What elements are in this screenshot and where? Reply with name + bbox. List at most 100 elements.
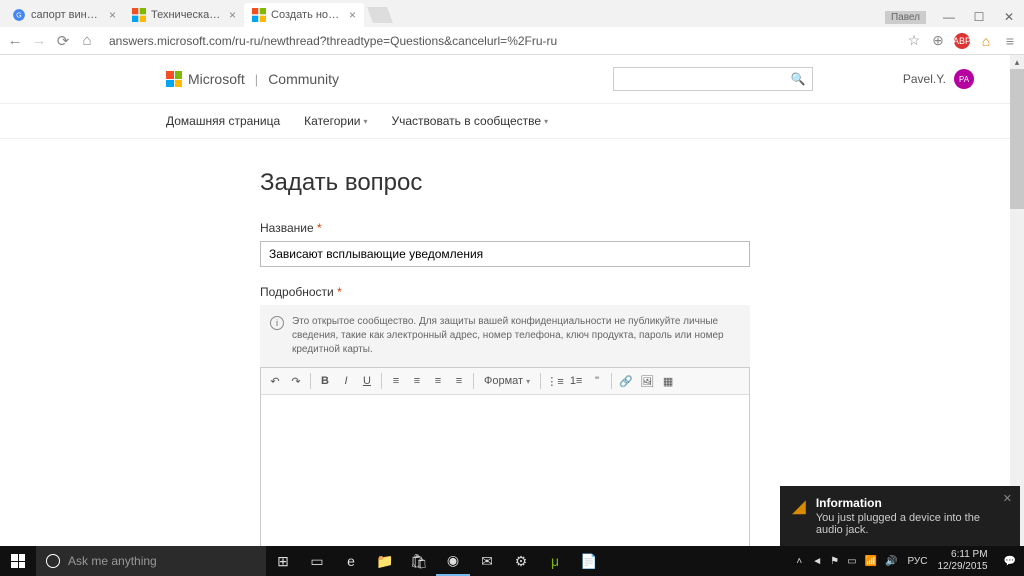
- user-menu[interactable]: Pavel.Y. PA: [903, 69, 974, 89]
- browser-tab[interactable]: G сапорт виндовс 10 ×: [4, 3, 124, 27]
- action-center-icon[interactable]: 💬: [1004, 556, 1016, 567]
- close-icon[interactable]: ✕: [1003, 492, 1012, 505]
- close-icon[interactable]: ×: [229, 8, 236, 22]
- cortana-placeholder: Ask me anything: [68, 554, 157, 568]
- taskbar-app-icon[interactable]: ▭: [300, 546, 334, 576]
- tab-title: Создать новый воп: [271, 9, 344, 21]
- align-justify-button[interactable]: ≡: [449, 371, 469, 391]
- info-text: Это открытое сообщество. Для защиты ваше…: [292, 315, 740, 357]
- tray-chevron-icon[interactable]: ˄: [796, 556, 802, 567]
- new-tab-button[interactable]: [367, 7, 393, 23]
- scroll-up-icon[interactable]: ▴: [1010, 55, 1024, 69]
- tab-title: сапорт виндовс 10: [31, 9, 104, 21]
- search-box[interactable]: 🔍: [613, 67, 813, 91]
- format-dropdown[interactable]: Формат ▾: [478, 371, 536, 391]
- volume-icon[interactable]: 🔊: [885, 556, 897, 567]
- forward-button[interactable]: →: [30, 32, 48, 49]
- cortana-search[interactable]: Ask me anything: [36, 546, 266, 576]
- chrome-icon[interactable]: ◉: [436, 546, 470, 576]
- brand-text: Microsoft: [188, 71, 245, 87]
- image-button[interactable]: 🖼: [637, 371, 657, 391]
- divider: |: [255, 72, 258, 87]
- minimize-button[interactable]: —: [934, 7, 964, 27]
- align-right-button[interactable]: ≡: [428, 371, 448, 391]
- utorrent-icon[interactable]: μ: [538, 546, 572, 576]
- nav-participate[interactable]: Участвовать в сообществе▾: [392, 114, 549, 128]
- chevron-down-icon: ▾: [544, 117, 548, 126]
- microsoft-logo[interactable]: Microsoft: [166, 71, 245, 87]
- browser-tab[interactable]: Техническая подд ×: [124, 3, 244, 27]
- google-favicon-icon: G: [12, 8, 26, 22]
- bullet-list-button[interactable]: ⋮≡: [545, 371, 565, 391]
- number-list-button[interactable]: 1≡: [566, 371, 586, 391]
- close-window-button[interactable]: ✕: [994, 7, 1024, 27]
- battery-icon[interactable]: ▭: [847, 556, 856, 567]
- cortana-icon: [46, 554, 60, 568]
- search-icon[interactable]: 🔍: [791, 72, 806, 86]
- bold-button[interactable]: B: [315, 371, 335, 391]
- rich-text-editor: ↶ ↷ B I U ≡ ≡ ≡ ≡ Формат ▾ ⋮≡ 1≡ " 🔗 🖼: [260, 367, 750, 546]
- page-viewport: Microsoft | Community 🔍 Pavel.Y. PA Дома…: [0, 55, 1024, 546]
- search-input[interactable]: [620, 72, 791, 86]
- align-left-button[interactable]: ≡: [386, 371, 406, 391]
- page-title: Задать вопрос: [260, 169, 760, 197]
- language-indicator[interactable]: РУС: [907, 556, 927, 567]
- taskbar-app-icon[interactable]: 📄: [572, 546, 606, 576]
- system-tray: ˄ ◄ ⚑ ▭ 📶 🔊 РУС 6:11 PM 12/29/2015 💬: [796, 549, 1024, 573]
- star-icon[interactable]: ☆: [906, 33, 922, 49]
- audio-jack-toast[interactable]: ◢ Information You just plugged a device …: [780, 486, 1020, 546]
- reload-button[interactable]: ⟳: [54, 32, 72, 50]
- ms-favicon-icon: [252, 8, 266, 22]
- main-nav: Домашняя страница Категории▾ Участвовать…: [0, 103, 1024, 139]
- scrollbar[interactable]: ▴ ▾: [1010, 55, 1024, 546]
- nav-categories[interactable]: Категории▾: [304, 114, 367, 128]
- tray-icon[interactable]: ⚑: [830, 556, 839, 567]
- section-title[interactable]: Community: [268, 71, 339, 87]
- close-icon[interactable]: ×: [109, 8, 116, 22]
- clock[interactable]: 6:11 PM 12/29/2015: [937, 549, 987, 573]
- extension-home-icon[interactable]: ⌂: [978, 33, 994, 49]
- table-button[interactable]: ▦: [658, 371, 678, 391]
- underline-button[interactable]: U: [357, 371, 377, 391]
- url-field[interactable]: answers.microsoft.com/ru-ru/newthread?th…: [102, 30, 900, 52]
- store-icon[interactable]: 🛍: [402, 546, 436, 576]
- home-button[interactable]: ⌂: [78, 32, 96, 49]
- menu-icon[interactable]: ≡: [1002, 33, 1018, 49]
- redo-button[interactable]: ↷: [286, 371, 306, 391]
- toast-title: Information: [816, 496, 1008, 510]
- edge-icon[interactable]: e: [334, 546, 368, 576]
- italic-button[interactable]: I: [336, 371, 356, 391]
- adblock-icon[interactable]: ABP: [954, 33, 970, 49]
- editor-textarea[interactable]: [261, 395, 749, 546]
- quote-button[interactable]: ": [587, 371, 607, 391]
- main-content: Задать вопрос Название * Подробности * i…: [0, 139, 760, 546]
- browser-tab-active[interactable]: Создать новый воп ×: [244, 3, 364, 27]
- explorer-icon[interactable]: 📁: [368, 546, 402, 576]
- close-icon[interactable]: ×: [349, 8, 356, 22]
- nav-home[interactable]: Домашняя страница: [166, 114, 280, 128]
- link-button[interactable]: 🔗: [616, 371, 636, 391]
- avatar: PA: [954, 69, 974, 89]
- mail-icon[interactable]: ✉: [470, 546, 504, 576]
- toast-body: You just plugged a device into the audio…: [816, 512, 1008, 536]
- tab-title: Техническая подд: [151, 9, 224, 21]
- site-header: Microsoft | Community 🔍 Pavel.Y. PA: [0, 55, 1024, 103]
- ms-logo-icon: [166, 71, 182, 87]
- tray-icon[interactable]: ◄: [812, 556, 822, 567]
- maximize-button[interactable]: ☐: [964, 7, 994, 27]
- undo-button[interactable]: ↶: [265, 371, 285, 391]
- extension-icon[interactable]: ⊕: [930, 33, 946, 49]
- settings-icon[interactable]: ⚙: [504, 546, 538, 576]
- start-button[interactable]: [0, 546, 36, 576]
- back-button[interactable]: ←: [6, 32, 24, 49]
- windows-logo-icon: [11, 554, 25, 568]
- title-input[interactable]: [260, 241, 750, 267]
- browser-tab-strip: G сапорт виндовс 10 × Техническая подд ×…: [0, 0, 1024, 27]
- scroll-thumb[interactable]: [1010, 69, 1024, 209]
- chrome-user-badge[interactable]: Павел: [885, 11, 926, 24]
- wifi-icon[interactable]: 📶: [865, 556, 877, 567]
- user-name: Pavel.Y.: [903, 72, 946, 86]
- align-center-button[interactable]: ≡: [407, 371, 427, 391]
- ms-favicon-icon: [132, 8, 146, 22]
- task-view-button[interactable]: ⊞: [266, 546, 300, 576]
